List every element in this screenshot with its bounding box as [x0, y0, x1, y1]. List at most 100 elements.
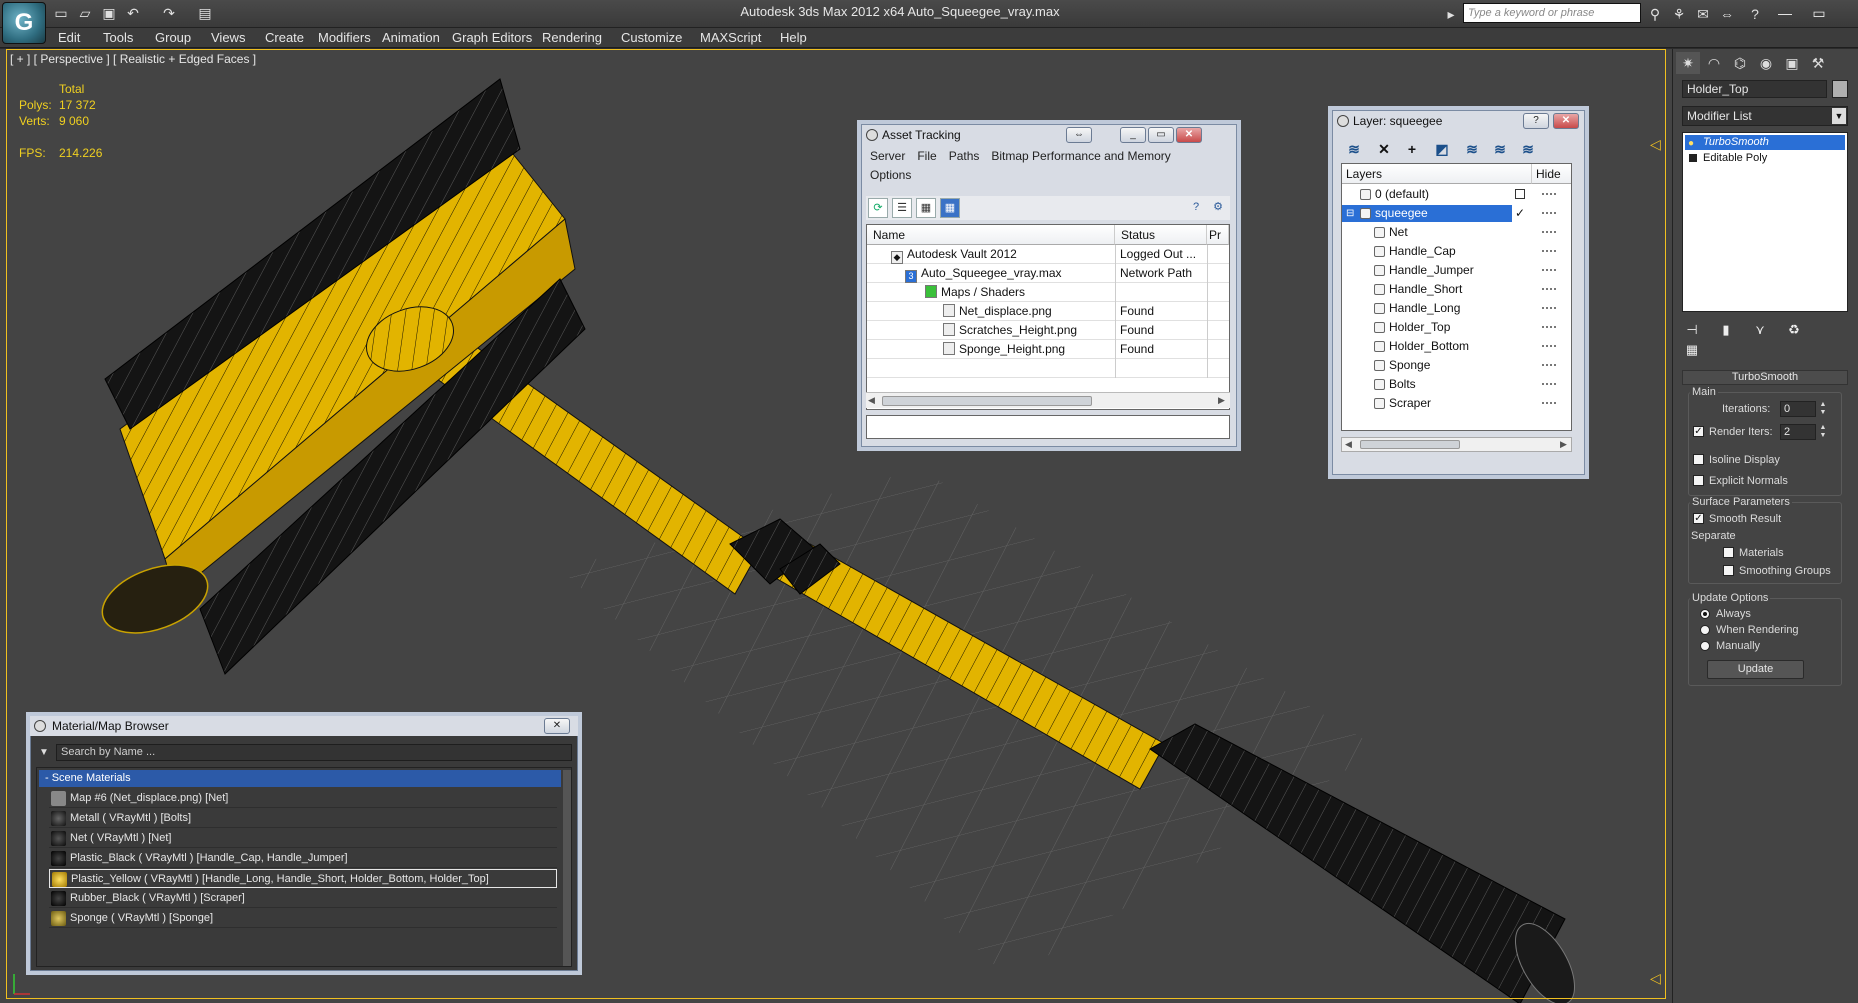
binoculars-icon[interactable]: ⚲: [1644, 4, 1666, 24]
configure-sets-icon[interactable]: ▦: [1682, 340, 1702, 360]
scroll-right-icon[interactable]: ▶: [1218, 395, 1225, 406]
layer-object-row[interactable]: Net: [1342, 223, 1571, 242]
modifier-list-dropdown[interactable]: Modifier List: [1682, 106, 1848, 126]
layer-object-row[interactable]: Holder_Top: [1342, 318, 1571, 337]
manually-radio[interactable]: [1700, 641, 1710, 651]
display-tab-icon[interactable]: ▣: [1780, 52, 1804, 74]
communication-icon[interactable]: ✉: [1692, 4, 1714, 24]
menu-group[interactable]: Group: [155, 29, 191, 47]
thumbnail-view-icon[interactable]: ▦: [916, 198, 936, 218]
table-row[interactable]: Sponge_Height.png Found: [867, 340, 1229, 359]
create-layer-icon[interactable]: ≋: [1343, 139, 1365, 159]
spinner-arrows-icon[interactable]: ▲ ▼: [1818, 401, 1828, 417]
layer-row-default[interactable]: 0 (default): [1342, 185, 1571, 204]
menu-customize[interactable]: Customize: [621, 29, 682, 47]
options-menu-icon[interactable]: ▼: [36, 744, 52, 761]
layer-object-row[interactable]: Bolts: [1342, 375, 1571, 394]
close-icon[interactable]: ✕: [544, 718, 570, 734]
horizontal-scrollbar[interactable]: ◀ ▶: [866, 392, 1230, 408]
minimize-icon[interactable]: _: [1120, 127, 1146, 143]
material-search-input[interactable]: Search by Name ...: [56, 744, 572, 761]
list-item[interactable]: Sponge ( VRayMtl ) [Sponge]: [49, 909, 557, 928]
modify-tab-icon[interactable]: ◠: [1702, 52, 1726, 74]
help-icon[interactable]: ?: [1186, 198, 1206, 218]
menu-file[interactable]: File: [917, 149, 936, 163]
menu-server[interactable]: Server: [870, 149, 905, 163]
menu-animation[interactable]: Animation: [382, 29, 440, 47]
maximize-icon[interactable]: ▭: [1802, 2, 1836, 24]
motion-tab-icon[interactable]: ◉: [1754, 52, 1778, 74]
maximize-icon[interactable]: ▭: [1148, 127, 1174, 143]
menu-modifiers[interactable]: Modifiers: [318, 29, 371, 47]
object-name-field[interactable]: Holder_Top: [1682, 80, 1827, 98]
collapse-icon[interactable]: ⊟: [1346, 204, 1354, 223]
help-icon[interactable]: ?: [1523, 113, 1549, 129]
column-header-pr[interactable]: Pr: [1207, 225, 1229, 245]
stack-item-turbosmooth[interactable]: ● TurboSmooth: [1685, 135, 1845, 150]
close-icon[interactable]: ✕: [1176, 127, 1202, 143]
layer-tree[interactable]: Layers Hide 0 (default) ⊟ squeegee ✓ Net H…: [1341, 163, 1572, 431]
render-iters-spinner[interactable]: 2: [1780, 424, 1816, 440]
current-layer-checkbox[interactable]: [1515, 189, 1525, 199]
layer-object-row[interactable]: Handle_Jumper: [1342, 261, 1571, 280]
list-item[interactable]: Net ( VRayMtl ) [Net]: [49, 829, 557, 848]
open-file-icon[interactable]: ▱: [76, 4, 94, 22]
column-header-status[interactable]: Status: [1115, 225, 1207, 245]
turbosmooth-rollout-title[interactable]: TurboSmooth: [1682, 370, 1848, 385]
object-color-swatch[interactable]: [1832, 80, 1848, 98]
menu-graph-editors[interactable]: Graph Editors: [452, 29, 532, 47]
scene-materials-category[interactable]: - Scene Materials: [39, 770, 561, 787]
iterations-spinner[interactable]: 0: [1780, 401, 1816, 417]
layer-horizontal-scrollbar[interactable]: ◀ ▶: [1341, 437, 1572, 452]
scroll-thumb[interactable]: [882, 396, 1092, 406]
asset-path-field[interactable]: [866, 415, 1230, 439]
menu-help[interactable]: Help: [780, 29, 807, 47]
dock-icon[interactable]: ⇔: [1066, 127, 1092, 143]
app-logo-icon[interactable]: G: [2, 2, 46, 44]
table-row[interactable]: Net_displace.png Found: [867, 302, 1229, 321]
render-iters-checkbox[interactable]: ✓: [1693, 426, 1704, 437]
scroll-right-icon[interactable]: ▶: [1560, 439, 1567, 450]
undo-icon[interactable]: ↶: [124, 4, 142, 22]
stack-item-editable-poly[interactable]: Editable Poly: [1685, 151, 1845, 166]
exchange-icon[interactable]: ⇔: [1716, 4, 1738, 24]
scroll-thumb[interactable]: [1360, 440, 1460, 449]
delete-layer-icon[interactable]: ✕: [1373, 139, 1395, 159]
spinner-arrows-icon[interactable]: ▲ ▼: [1818, 424, 1828, 440]
list-item[interactable]: Plastic_Yellow ( VRayMtl ) [Handle_Long,…: [49, 869, 557, 888]
hierarchy-tab-icon[interactable]: ⌬: [1728, 52, 1752, 74]
remove-modifier-icon[interactable]: ♻: [1784, 320, 1804, 340]
column-header-layers[interactable]: Layers: [1342, 164, 1532, 184]
options-icon[interactable]: ⚙: [1208, 198, 1228, 218]
scroll-left-icon[interactable]: ◀: [868, 395, 875, 406]
update-button[interactable]: Update: [1707, 660, 1804, 679]
isoline-display-checkbox[interactable]: [1693, 454, 1704, 465]
list-item[interactable]: Map #6 (Net_displace.png) [Net]: [49, 789, 557, 808]
list-view-icon[interactable]: ☰: [892, 198, 912, 218]
table-row[interactable]: Scratches_Height.png Found: [867, 321, 1229, 340]
select-objects-icon[interactable]: ◩: [1431, 139, 1453, 159]
add-to-layer-icon[interactable]: +: [1401, 139, 1423, 159]
menu-rendering[interactable]: Rendering: [542, 29, 602, 47]
menu-maxscript[interactable]: MAXScript: [700, 29, 761, 47]
chevron-down-icon[interactable]: ▼: [1832, 108, 1846, 124]
keyword-search-input[interactable]: Type a keyword or phrase: [1463, 3, 1641, 23]
show-end-result-icon[interactable]: ▮: [1716, 320, 1736, 340]
materials-checkbox[interactable]: [1723, 547, 1734, 558]
smoothing-groups-checkbox[interactable]: [1723, 565, 1734, 576]
menu-paths[interactable]: Paths: [949, 149, 980, 163]
table-view-icon[interactable]: ▦: [940, 198, 960, 218]
search-expand-icon[interactable]: ▸: [1440, 4, 1462, 24]
project-folder-icon[interactable]: ▤: [196, 4, 214, 22]
freeze-all-icon[interactable]: ≋: [1517, 139, 1539, 159]
menu-bitmap-performance[interactable]: Bitmap Performance and Memory: [991, 149, 1170, 163]
make-unique-icon[interactable]: ⋎: [1750, 320, 1770, 340]
menu-edit[interactable]: Edit: [58, 29, 80, 47]
subscription-icon[interactable]: ⚘: [1668, 4, 1690, 24]
utilities-tab-icon[interactable]: ⚒: [1806, 52, 1830, 74]
list-item[interactable]: Plastic_Black ( VRayMtl ) [Handle_Cap, H…: [49, 849, 557, 868]
bulb-icon[interactable]: ●: [1688, 136, 1694, 151]
layer-object-row[interactable]: Sponge: [1342, 356, 1571, 375]
always-radio[interactable]: [1700, 609, 1710, 619]
explicit-normals-checkbox[interactable]: [1693, 475, 1704, 486]
